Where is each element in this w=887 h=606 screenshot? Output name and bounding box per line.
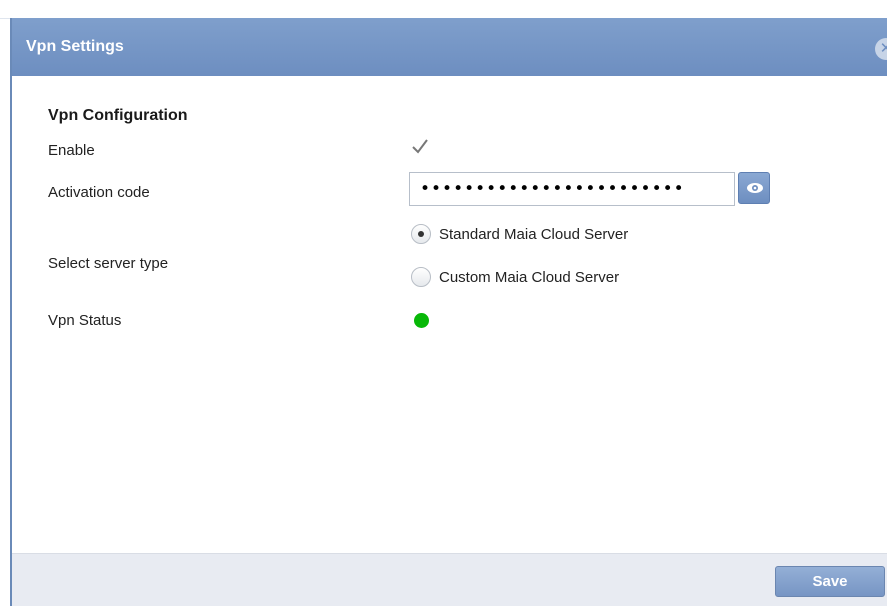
- server-type-label: Select server type: [48, 255, 169, 272]
- dialog-titlebar: Vpn Settings ✕: [12, 18, 887, 76]
- radio-label-custom: Custom Maia Cloud Server: [439, 268, 620, 286]
- activation-code-field-wrapper: [409, 172, 735, 206]
- radio-custom-server[interactable]: Custom Maia Cloud Server: [411, 267, 619, 287]
- section-title: Vpn Configuration: [48, 107, 188, 124]
- save-button[interactable]: Save: [775, 566, 885, 597]
- enable-checkbox[interactable]: [410, 137, 430, 157]
- vpn-status-label: Vpn Status: [48, 312, 122, 329]
- vpn-settings-dialog: Vpn Settings ✕ Vpn Configuration Enable …: [10, 18, 887, 606]
- radio-standard-server[interactable]: Standard Maia Cloud Server: [411, 224, 628, 244]
- enable-label: Enable: [48, 142, 95, 159]
- radio-label-standard: Standard Maia Cloud Server: [439, 225, 629, 243]
- radio-button-standard[interactable]: [411, 224, 431, 244]
- vpn-status-indicator: [414, 313, 429, 328]
- show-password-button[interactable]: [738, 172, 770, 204]
- dialog-footer: Save: [12, 553, 887, 606]
- activation-code-label: Activation code: [48, 184, 150, 201]
- top-strip: [0, 0, 887, 19]
- radio-button-custom[interactable]: [411, 267, 431, 287]
- eye-icon: [747, 183, 763, 193]
- activation-code-input[interactable]: [410, 173, 734, 205]
- dialog-title: Vpn Settings: [26, 38, 124, 55]
- checkmark-icon: [412, 139, 428, 154]
- close-icon[interactable]: ✕: [875, 38, 887, 60]
